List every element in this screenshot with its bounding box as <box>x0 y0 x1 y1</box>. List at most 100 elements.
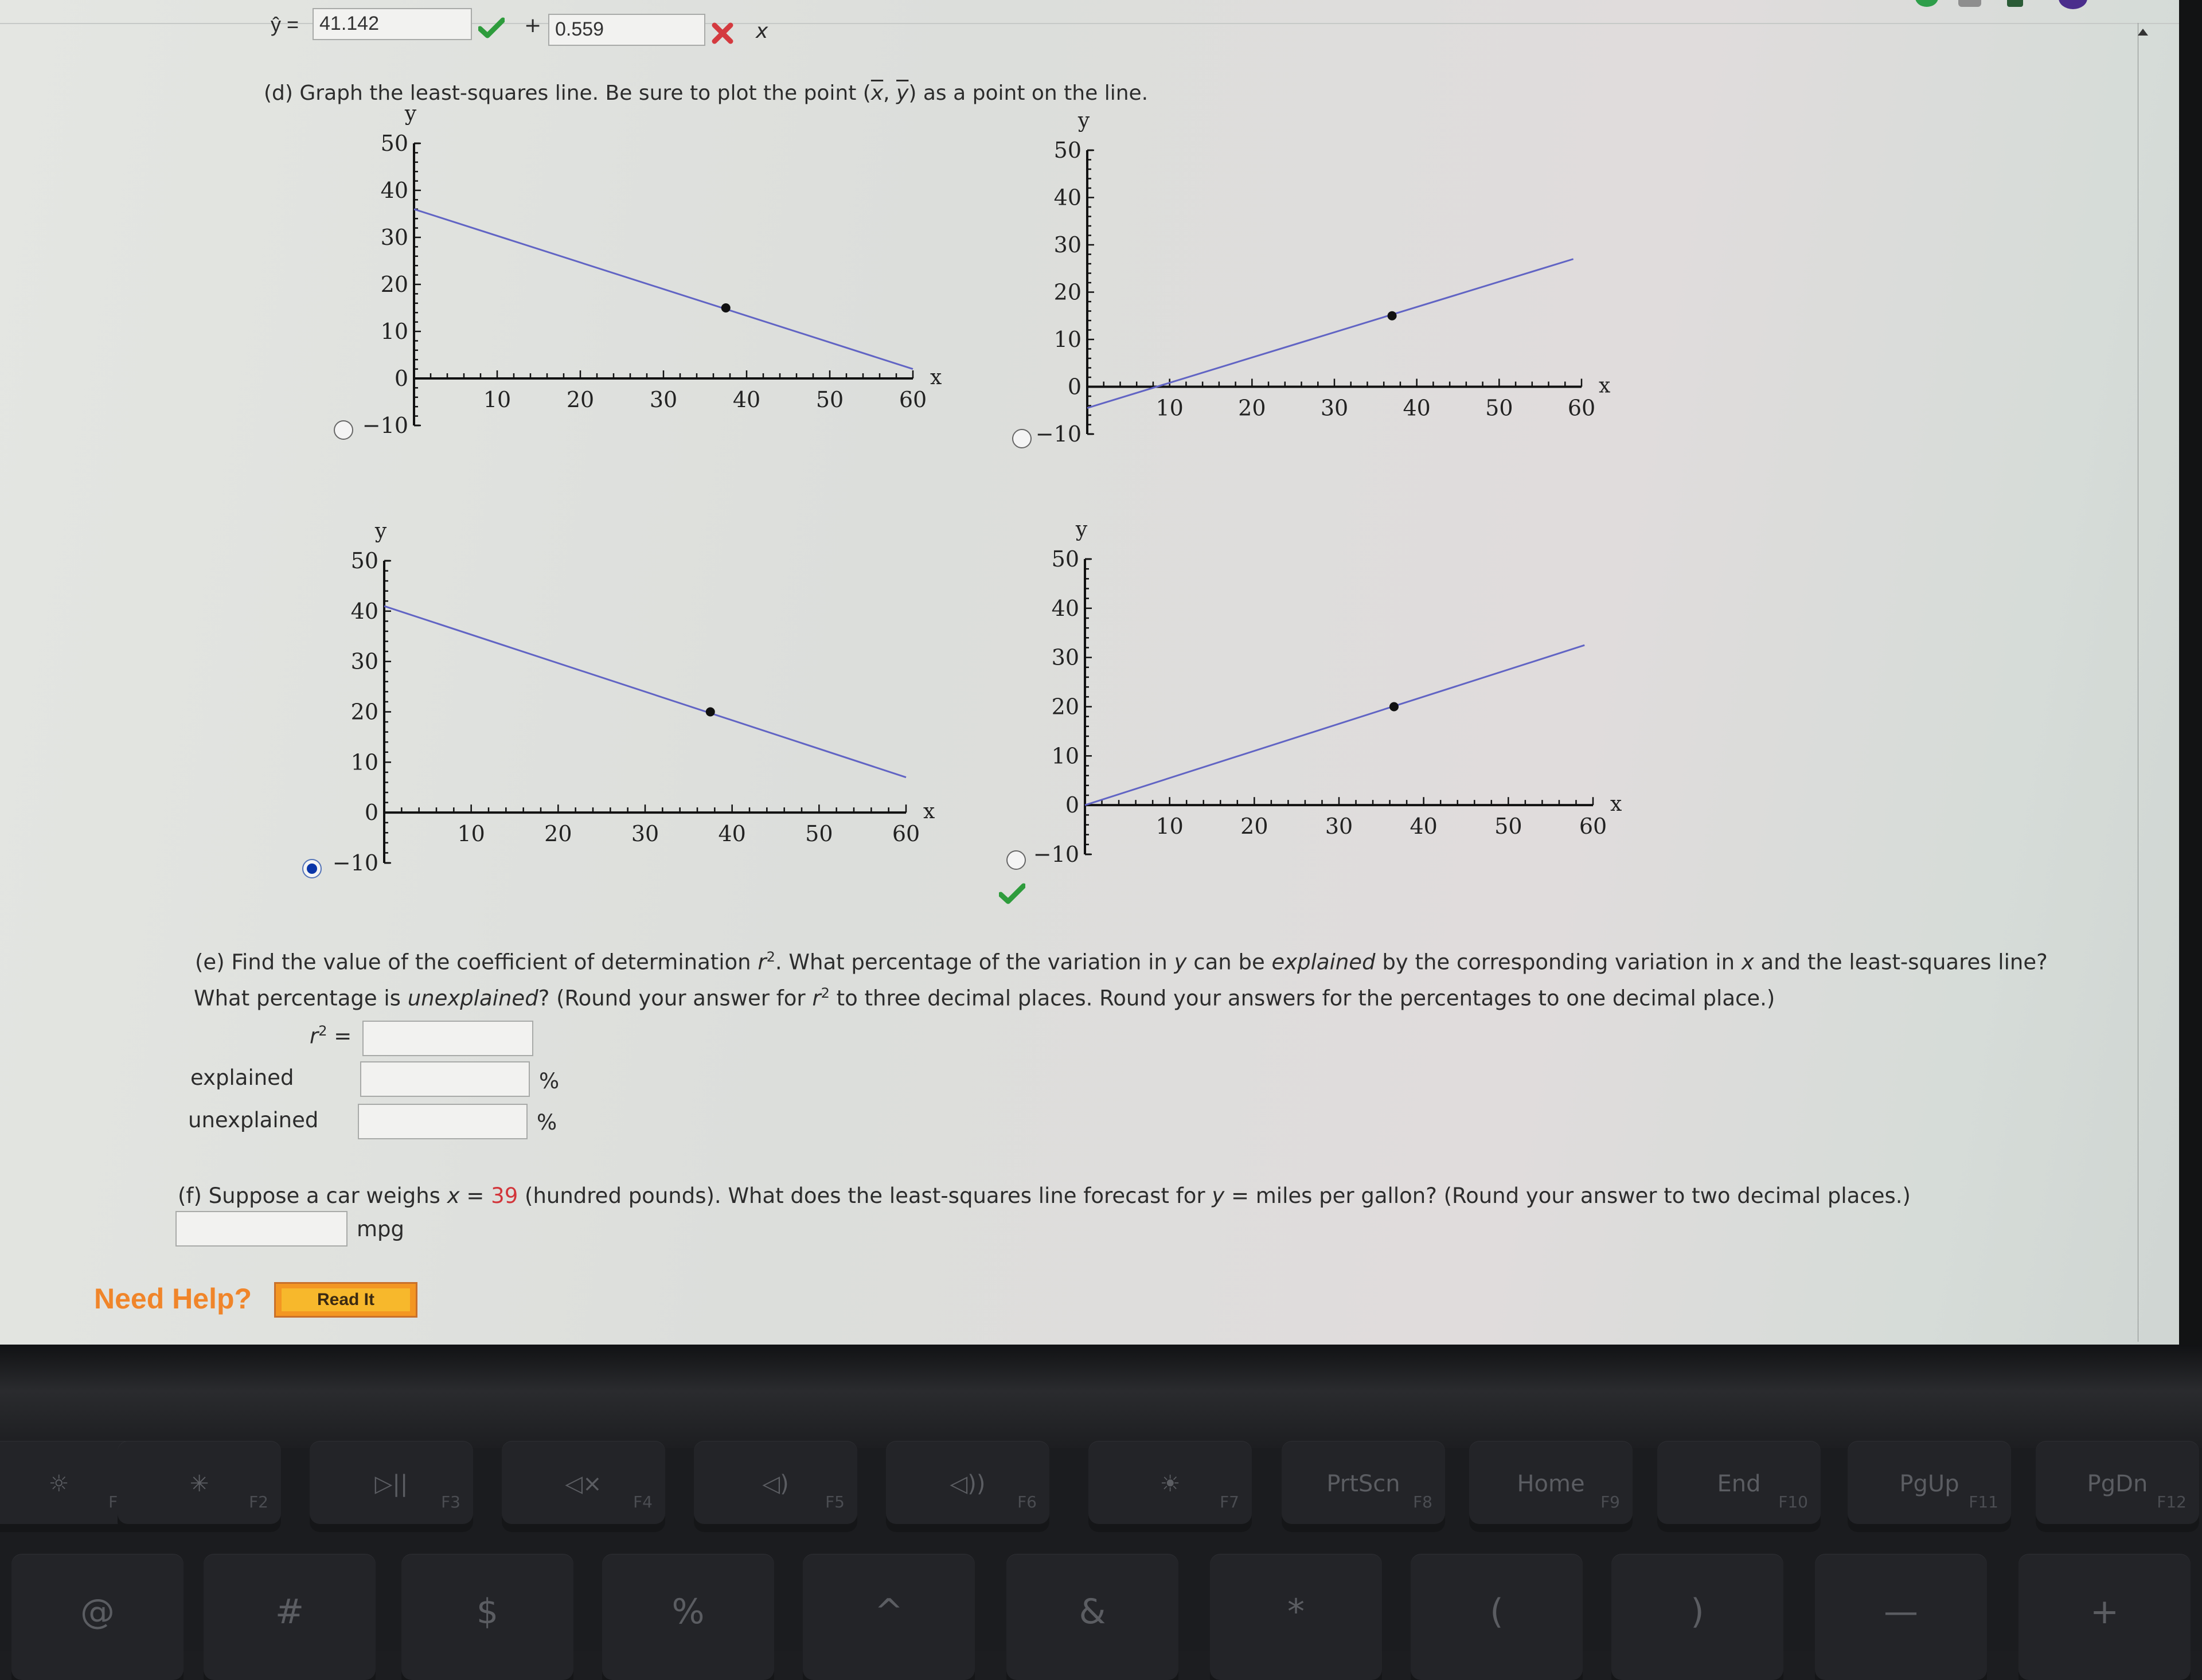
key-f3[interactable]: ▷|| F3 <box>310 1441 473 1524</box>
y-symbol: y <box>1212 1183 1225 1208</box>
explained-percent-input[interactable] <box>360 1061 530 1097</box>
key-fn-label: F6 <box>1017 1493 1037 1511</box>
key-fn-label: F3 <box>441 1493 460 1511</box>
unexplained-percent-input[interactable] <box>358 1104 528 1139</box>
key-symbol[interactable]: % <box>602 1554 774 1680</box>
key-symbol[interactable]: + <box>2019 1554 2191 1680</box>
superscript: 2 <box>318 1023 327 1039</box>
key-f8[interactable]: PrtScn F8 <box>1282 1441 1445 1524</box>
prompt-text: (e) Find the value of the coefficient of… <box>195 950 758 975</box>
unexplained-emphasis: unexplained <box>407 986 538 1011</box>
key-f9[interactable]: Home F9 <box>1469 1441 1633 1524</box>
key-symbol[interactable]: # <box>204 1554 376 1680</box>
key-f10[interactable]: End F10 <box>1657 1441 1821 1524</box>
mean-point <box>1389 702 1399 712</box>
need-help-label: Need Help? <box>94 1283 252 1315</box>
y-tick-label: −10 <box>1033 842 1079 867</box>
x-tick-label: 50 <box>1494 814 1522 839</box>
read-it-label: Read It <box>282 1288 410 1311</box>
x-symbol: x <box>447 1183 460 1208</box>
key-fn-label: F4 <box>633 1493 653 1511</box>
graph-option-3-radio[interactable] <box>302 859 322 878</box>
read-it-button[interactable]: Read It <box>274 1282 417 1318</box>
key-symbol[interactable]: ^ <box>803 1554 975 1680</box>
key-f6[interactable]: ◁)) F6 <box>886 1441 1049 1524</box>
key-label: $ <box>476 1592 499 1632</box>
x-tick-label: 60 <box>1579 814 1607 839</box>
key-label: * <box>1287 1592 1305 1632</box>
superscript: 2 <box>766 949 775 965</box>
unexplained-label: unexplained <box>188 1108 319 1132</box>
y-tick-label: 50 <box>1052 546 1079 572</box>
laptop-keyboard: ☼F1✳F2▷||F3◁×F4◁)F5◁))F6☀F7PrtScnF8HomeF… <box>0 1345 2202 1680</box>
prompt-text: What percentage is <box>194 986 408 1011</box>
key-symbol[interactable]: ) <box>1611 1554 1783 1680</box>
prompt-text: and the least-squares line? <box>1754 950 2048 975</box>
prompt-text: = miles per gallon? (Round your answer t… <box>1224 1183 1911 1208</box>
y-axis-label: y <box>1075 518 1088 541</box>
equals-sign: = <box>327 1023 352 1049</box>
prompt-text: = <box>459 1183 491 1208</box>
x-tick-label: 40 <box>1410 814 1437 839</box>
key-label: ^ <box>874 1592 904 1632</box>
key-label: # <box>275 1592 304 1632</box>
key-f4[interactable]: ◁× F4 <box>502 1441 665 1524</box>
key-label: ) <box>1690 1592 1704 1632</box>
keyboard-hinge <box>0 1345 2202 1448</box>
x-axis-label: x <box>1610 792 1622 816</box>
key-label: & <box>1079 1592 1106 1632</box>
x-tick-label: 10 <box>1155 814 1183 839</box>
key-symbol[interactable]: @ <box>11 1554 184 1680</box>
prompt-text: ? (Round your answer for <box>538 986 813 1011</box>
explained-emphasis: explained <box>1271 950 1376 975</box>
r-symbol: r <box>758 950 767 975</box>
r-symbol: r <box>310 1023 319 1049</box>
car-weight-value: 39 <box>491 1183 518 1208</box>
key-f12[interactable]: PgDn F12 <box>2036 1441 2199 1524</box>
key-label: — <box>1884 1592 1918 1632</box>
graph-option-4-radio[interactable] <box>1006 850 1026 870</box>
key-f11[interactable]: PgUp F11 <box>1848 1441 2011 1524</box>
key-f5[interactable]: ◁) F5 <box>694 1441 857 1524</box>
key-symbol[interactable]: & <box>1006 1554 1178 1680</box>
y-tick-label: 20 <box>1052 694 1079 720</box>
r2-label: r2 = <box>310 1023 352 1048</box>
part-e-prompt-line1: (e) Find the value of the coefficient of… <box>195 949 2048 974</box>
r2-input[interactable] <box>362 1021 533 1056</box>
key-label: + <box>2090 1592 2119 1632</box>
part-e-prompt-line2: What percentage is unexplained? (Round y… <box>194 985 1775 1010</box>
prompt-text: can be <box>1186 950 1272 975</box>
key-fn-label: F7 <box>1220 1493 1239 1511</box>
least-squares-line <box>1084 644 1585 806</box>
y-tick-label: 40 <box>1052 596 1079 621</box>
key-symbol[interactable]: — <box>1815 1554 1987 1680</box>
key-fn-label: F12 <box>2157 1493 2187 1511</box>
key-fn-label: F8 <box>1413 1493 1432 1511</box>
browser-screen: ŷ = 41.142 + 0.559 x (d) Graph the least… <box>0 0 2202 1345</box>
graph-option-1-radio[interactable] <box>334 420 353 440</box>
part-d-check-icon <box>999 883 1025 905</box>
mpg-unit: mpg <box>357 1217 405 1241</box>
key-fn-label: F9 <box>1600 1493 1620 1511</box>
percent-sign: % <box>537 1110 557 1135</box>
superscript: 2 <box>821 985 830 1001</box>
key-fn-label: F10 <box>1778 1493 1808 1511</box>
prompt-text: to three decimal places. Round your answ… <box>829 986 1775 1011</box>
key-label: @ <box>80 1592 115 1632</box>
mpg-forecast-input[interactable] <box>175 1211 348 1247</box>
key-f2[interactable]: ✳ F2 <box>118 1441 281 1524</box>
y-tick-label: 30 <box>1052 645 1079 670</box>
percent-sign: % <box>539 1069 560 1093</box>
explained-label: explained <box>190 1065 294 1090</box>
key-f7[interactable]: ☀ F7 <box>1088 1441 1252 1524</box>
key-fn-label: F11 <box>1969 1493 1998 1511</box>
x-symbol: x <box>1741 950 1754 975</box>
part-f-prompt: (f) Suppose a car weighs x = 39 (hundred… <box>178 1183 1911 1208</box>
key-fn-label: F2 <box>249 1493 268 1511</box>
key-symbol[interactable]: $ <box>401 1554 573 1680</box>
key-symbol[interactable]: * <box>1210 1554 1382 1680</box>
y-tick-label: 0 <box>1065 792 1079 818</box>
key-symbol[interactable]: ( <box>1411 1554 1583 1680</box>
y-symbol: y <box>1174 950 1187 975</box>
graph-option-2-radio[interactable] <box>1012 429 1032 448</box>
